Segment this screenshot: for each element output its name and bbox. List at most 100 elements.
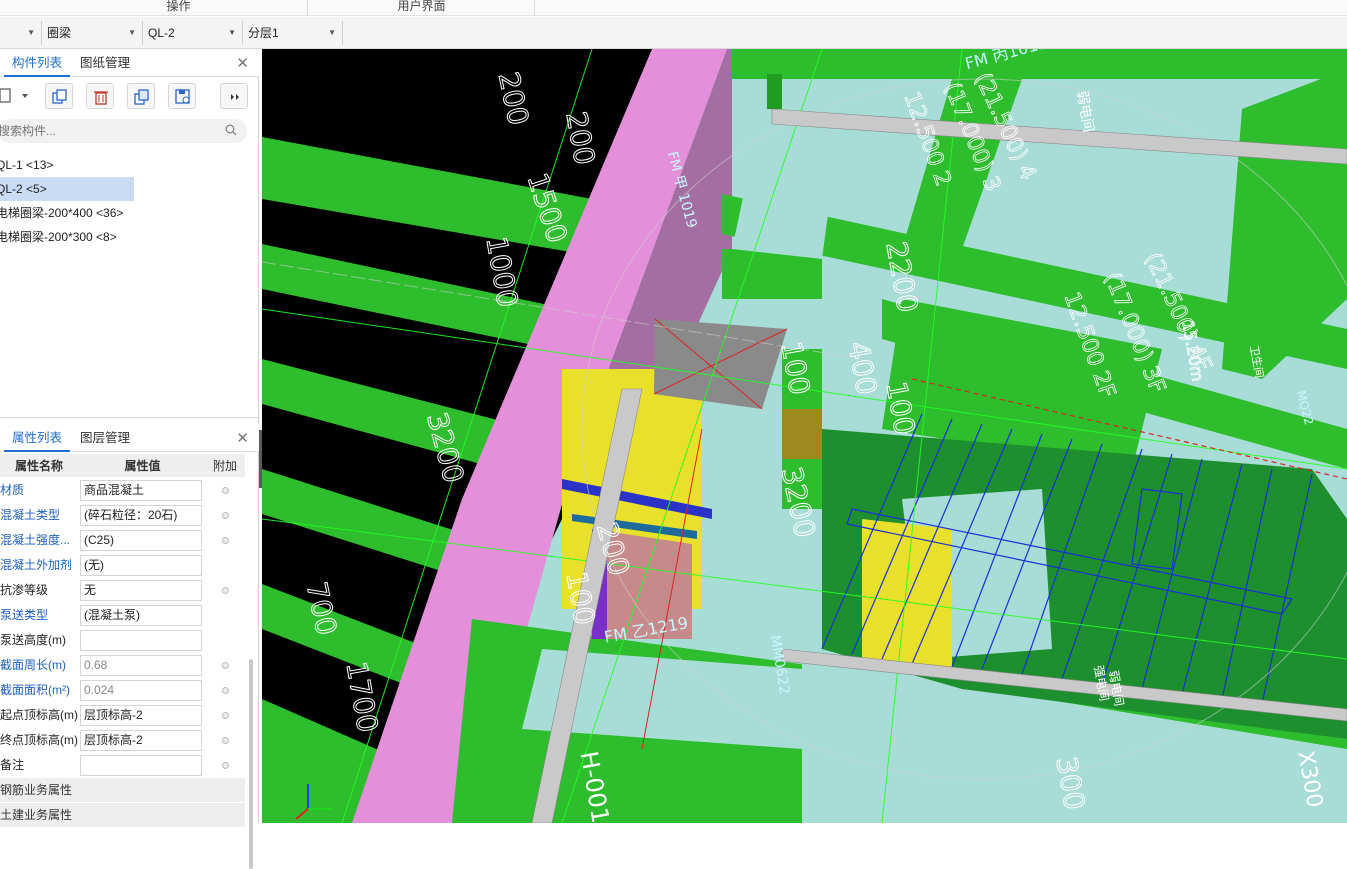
property-scrollbar[interactable] [249,659,253,869]
close-icon[interactable]: ✕ [236,54,249,72]
save-icon [175,89,190,104]
property-row: 截面面积(m²) 0.024 [0,678,245,703]
tab-component-list[interactable]: 构件列表 [4,49,71,77]
property-value-field[interactable]: 0.68 [80,655,202,676]
property-name[interactable]: 截面周长(m) [0,653,78,678]
ribbon-group-ui: 用户界面 [309,0,535,16]
add-toggle [205,603,245,628]
ribbon-group-bar: 操作 用户界面 [0,0,1347,16]
radio-dot-icon[interactable] [221,537,229,544]
property-name[interactable]: 材质 [0,478,78,503]
radio-dot-icon[interactable] [221,687,229,694]
delete-button[interactable] [86,83,114,109]
property-panel-tabs: 属性列表 图层管理 ✕ [0,424,259,452]
header-property-name: 属性名称 [14,459,63,473]
list-item-ql1[interactable]: QL-1 <13> [0,153,134,177]
radio-dot-icon[interactable] [221,737,229,744]
trash-icon [94,91,108,105]
property-row: 混凝土类型 (碎石粒径：20石) [0,503,245,528]
list-item-elevator-beam-400[interactable]: 电梯圈梁-200*400 <36> [0,201,134,225]
add-toggle[interactable] [205,728,245,753]
property-row: 泵送高度(m) [0,628,245,653]
category-value: 圈梁 [47,26,72,40]
add-toggle[interactable] [205,653,245,678]
duplicate-button[interactable] [127,83,155,109]
header-property-value: 属性值 [124,459,161,473]
tab-layer-management[interactable]: 图层管理 [72,424,138,452]
list-item-elevator-beam-300[interactable]: 电梯圈梁-200*300 <8> [0,225,134,249]
layer-value: 分层1 [248,26,279,40]
header-add: 附加 [212,459,237,473]
ribbon-group-operate: 操作 [50,0,308,16]
add-toggle[interactable] [205,478,245,503]
property-row: 混凝土外加剂 (无) [0,553,245,578]
category-dropdown[interactable]: 圈梁 ▼ [43,21,143,45]
type-dropdown[interactable]: ▼ [0,21,42,45]
left-panel: 构件列表 图纸管理 ✕ QL-1 <13> QL-2 <5> 电梯圈梁 [0,49,259,869]
add-toggle[interactable] [205,678,245,703]
property-row: 材质 商品混凝土 [0,478,245,503]
component-toolbar [0,83,259,111]
property-value-field[interactable]: 层顶标高-2 [80,705,202,726]
radio-dot-icon[interactable] [221,587,229,594]
property-name: 抗渗等级 [0,583,49,597]
property-row: 泵送类型 (混凝土泵) [0,603,245,628]
property-table: 属性名称 属性值 附加 材质 商品混凝土 混凝土类型 (碎石粒径：20石) 混凝土强度.… [0,454,245,828]
property-name: 备注 [0,758,25,772]
chevron-down-icon: ▼ [27,28,35,37]
copy-icon [52,89,67,104]
layer-dropdown[interactable]: 分层1 ▼ [244,21,343,45]
save-template-button[interactable] [168,83,196,109]
radio-dot-icon[interactable] [221,712,229,719]
search-icon[interactable] [225,124,237,139]
property-value-field[interactable] [80,755,202,776]
3d-viewport[interactable]: 200 200 1500 3200 1000 200 100 700 1700 3200 100 40… [262,49,1347,823]
property-value-field[interactable]: (C25) [80,530,202,551]
new-icon [0,88,28,103]
property-name[interactable]: 混凝土类型 [0,503,78,528]
chevron-down-icon: ▼ [228,28,236,37]
add-toggle[interactable] [205,753,245,778]
copy-button[interactable] [45,83,73,109]
property-value-field[interactable]: 层顶标高-2 [80,730,202,751]
add-toggle[interactable] [205,578,245,603]
chevron-down-icon: ▼ [328,28,336,37]
add-toggle [205,553,245,578]
add-toggle [205,628,245,653]
property-name[interactable]: 混凝土外加剂 [0,553,78,578]
add-toggle[interactable] [205,528,245,553]
property-name[interactable]: 截面面积(m²) [0,678,78,703]
add-toggle[interactable] [205,703,245,728]
property-value-field[interactable]: 0.024 [80,680,202,701]
list-item-ql2[interactable]: QL-2 <5> [0,177,134,201]
group-civil-properties[interactable]: 土建业务属性 [0,803,245,828]
new-component-button[interactable] [0,83,34,109]
close-icon[interactable]: ✕ [236,429,249,447]
component-search-input[interactable] [0,119,198,143]
double-chevron-right-icon [231,94,239,100]
panel-divider[interactable] [0,417,259,418]
add-toggle[interactable] [205,503,245,528]
property-value-field[interactable]: (碎石粒径：20石) [80,505,202,526]
property-value-field[interactable]: (无) [80,555,202,576]
radio-dot-icon[interactable] [221,487,229,494]
property-name[interactable]: 泵送类型 [0,603,78,628]
more-button[interactable] [220,83,248,109]
tab-property-list[interactable]: 属性列表 [4,424,71,452]
tab-drawing-management[interactable]: 图纸管理 [72,49,138,77]
property-row: 截面周长(m) 0.68 [0,653,245,678]
component-search-box [0,119,247,143]
group-rebar-properties[interactable]: 钢筋业务属性 [0,778,245,803]
property-name[interactable]: 混凝土强度... [0,528,78,553]
property-value-field[interactable]: 商品混凝土 [80,480,202,501]
radio-dot-icon[interactable] [221,662,229,669]
duplicate-icon [134,89,149,105]
property-value-field[interactable]: 无 [80,580,202,601]
property-value-field[interactable] [80,630,202,651]
property-row: 混凝土强度... (C25) [0,528,245,553]
group-label: 钢筋业务属性 [0,783,73,797]
component-dropdown[interactable]: QL-2 ▼ [144,21,243,45]
radio-dot-icon[interactable] [221,762,229,769]
property-value-field[interactable]: (混凝土泵) [80,605,202,626]
radio-dot-icon[interactable] [221,512,229,519]
